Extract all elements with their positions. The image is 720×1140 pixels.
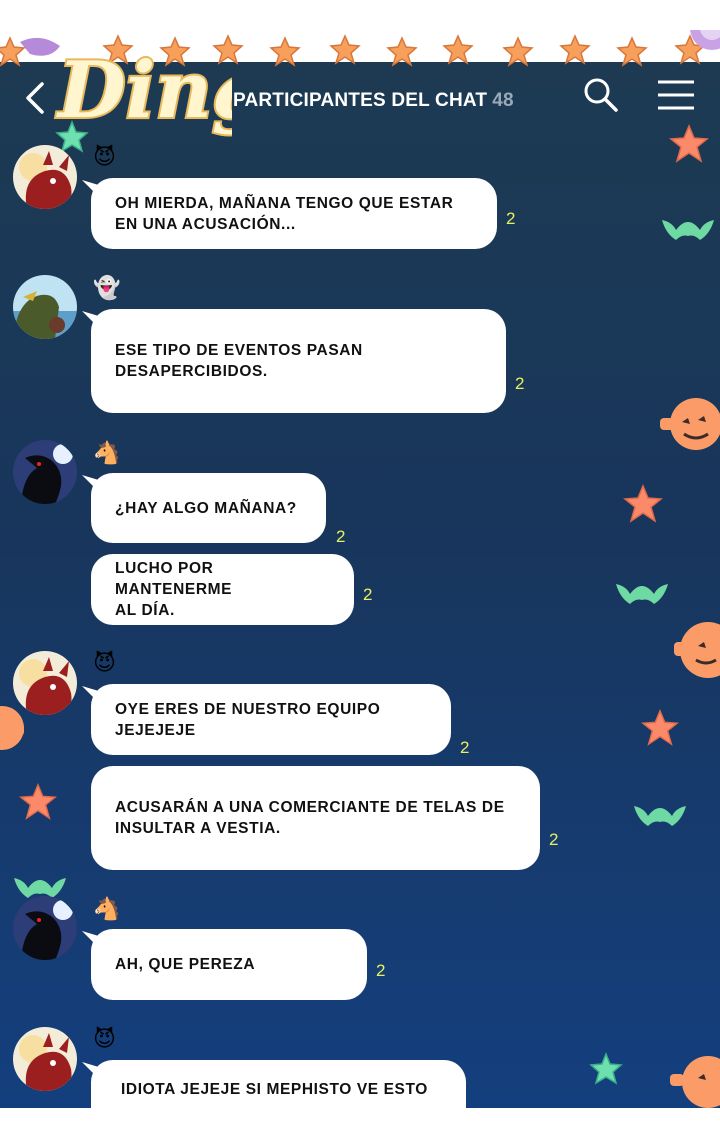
search-icon[interactable] bbox=[582, 76, 620, 114]
orange-star-sticker bbox=[669, 124, 709, 163]
horse-emoji: 🐴 bbox=[93, 441, 121, 466]
pumpkin-sticker bbox=[670, 1056, 720, 1108]
red-devil-avatar[interactable] bbox=[13, 1027, 77, 1091]
chat-title: PARTICIPANTES DEL CHAT 48 bbox=[233, 90, 514, 112]
pumpkin-sticker bbox=[674, 622, 720, 678]
red-devil-avatar[interactable] bbox=[13, 651, 77, 715]
message-bubble[interactable]: ACUSARÁN A UNA COMERCIANTE DE TELAS DE I… bbox=[91, 766, 540, 870]
devil-emoji: 😈 bbox=[93, 651, 116, 676]
green-bat-sticker bbox=[634, 806, 686, 826]
devil-emoji: 😈 bbox=[93, 145, 116, 170]
message-bubble[interactable]: AH, QUE PEREZA bbox=[91, 929, 367, 1000]
orange-star-sticker bbox=[623, 484, 663, 523]
back-arrow-icon[interactable] bbox=[22, 78, 52, 118]
message-bubble[interactable]: LUCHO POR MANTENERME AL DÍA. bbox=[91, 554, 354, 625]
pumpkin-sticker bbox=[0, 706, 24, 750]
green-star-sticker bbox=[589, 1052, 623, 1085]
read-count: 2 bbox=[336, 527, 346, 546]
devil-emoji: 😈 bbox=[93, 1027, 116, 1052]
orange-star-sticker bbox=[18, 783, 58, 820]
orange-star-sticker bbox=[640, 709, 680, 746]
red-devil-avatar[interactable] bbox=[13, 145, 77, 209]
menu-icon[interactable] bbox=[656, 78, 696, 112]
message-bubble[interactable]: OYE ERES DE NUESTRO EQUIPO JEJEJEJE bbox=[91, 684, 451, 755]
chat-title-text: PARTICIPANTES DEL CHAT bbox=[233, 90, 488, 111]
message-bubble[interactable]: ESE TIPO DE EVENTOS PASAN DESAPERCIBIDOS… bbox=[91, 309, 506, 413]
read-count: 2 bbox=[506, 209, 516, 228]
black-horse-avatar[interactable] bbox=[13, 440, 77, 504]
read-count: 2 bbox=[549, 830, 559, 849]
green-bat-sticker bbox=[616, 584, 668, 604]
pumpkin-sticker bbox=[660, 398, 720, 450]
message-bubble[interactable]: OH MIERDA, MAÑANA TENGO QUE ESTAR EN UNA… bbox=[91, 178, 497, 249]
horse-emoji: 🐴 bbox=[93, 897, 121, 922]
read-count: 2 bbox=[460, 738, 470, 757]
beach-character-avatar[interactable] bbox=[13, 275, 77, 339]
read-count: 2 bbox=[363, 585, 373, 604]
green-bat-sticker bbox=[662, 220, 714, 240]
ghost-emoji: 👻 bbox=[93, 276, 121, 301]
message-bubble[interactable]: IDIOTA JEJEJE SI MEPHISTO VE ESTO bbox=[91, 1060, 466, 1140]
read-count: 2 bbox=[515, 374, 525, 393]
black-horse-avatar[interactable] bbox=[13, 896, 77, 960]
message-bubble[interactable]: ¿HAY ALGO MAÑANA? bbox=[91, 473, 326, 543]
read-count: 2 bbox=[376, 961, 386, 980]
participant-count: 48 bbox=[492, 90, 514, 111]
